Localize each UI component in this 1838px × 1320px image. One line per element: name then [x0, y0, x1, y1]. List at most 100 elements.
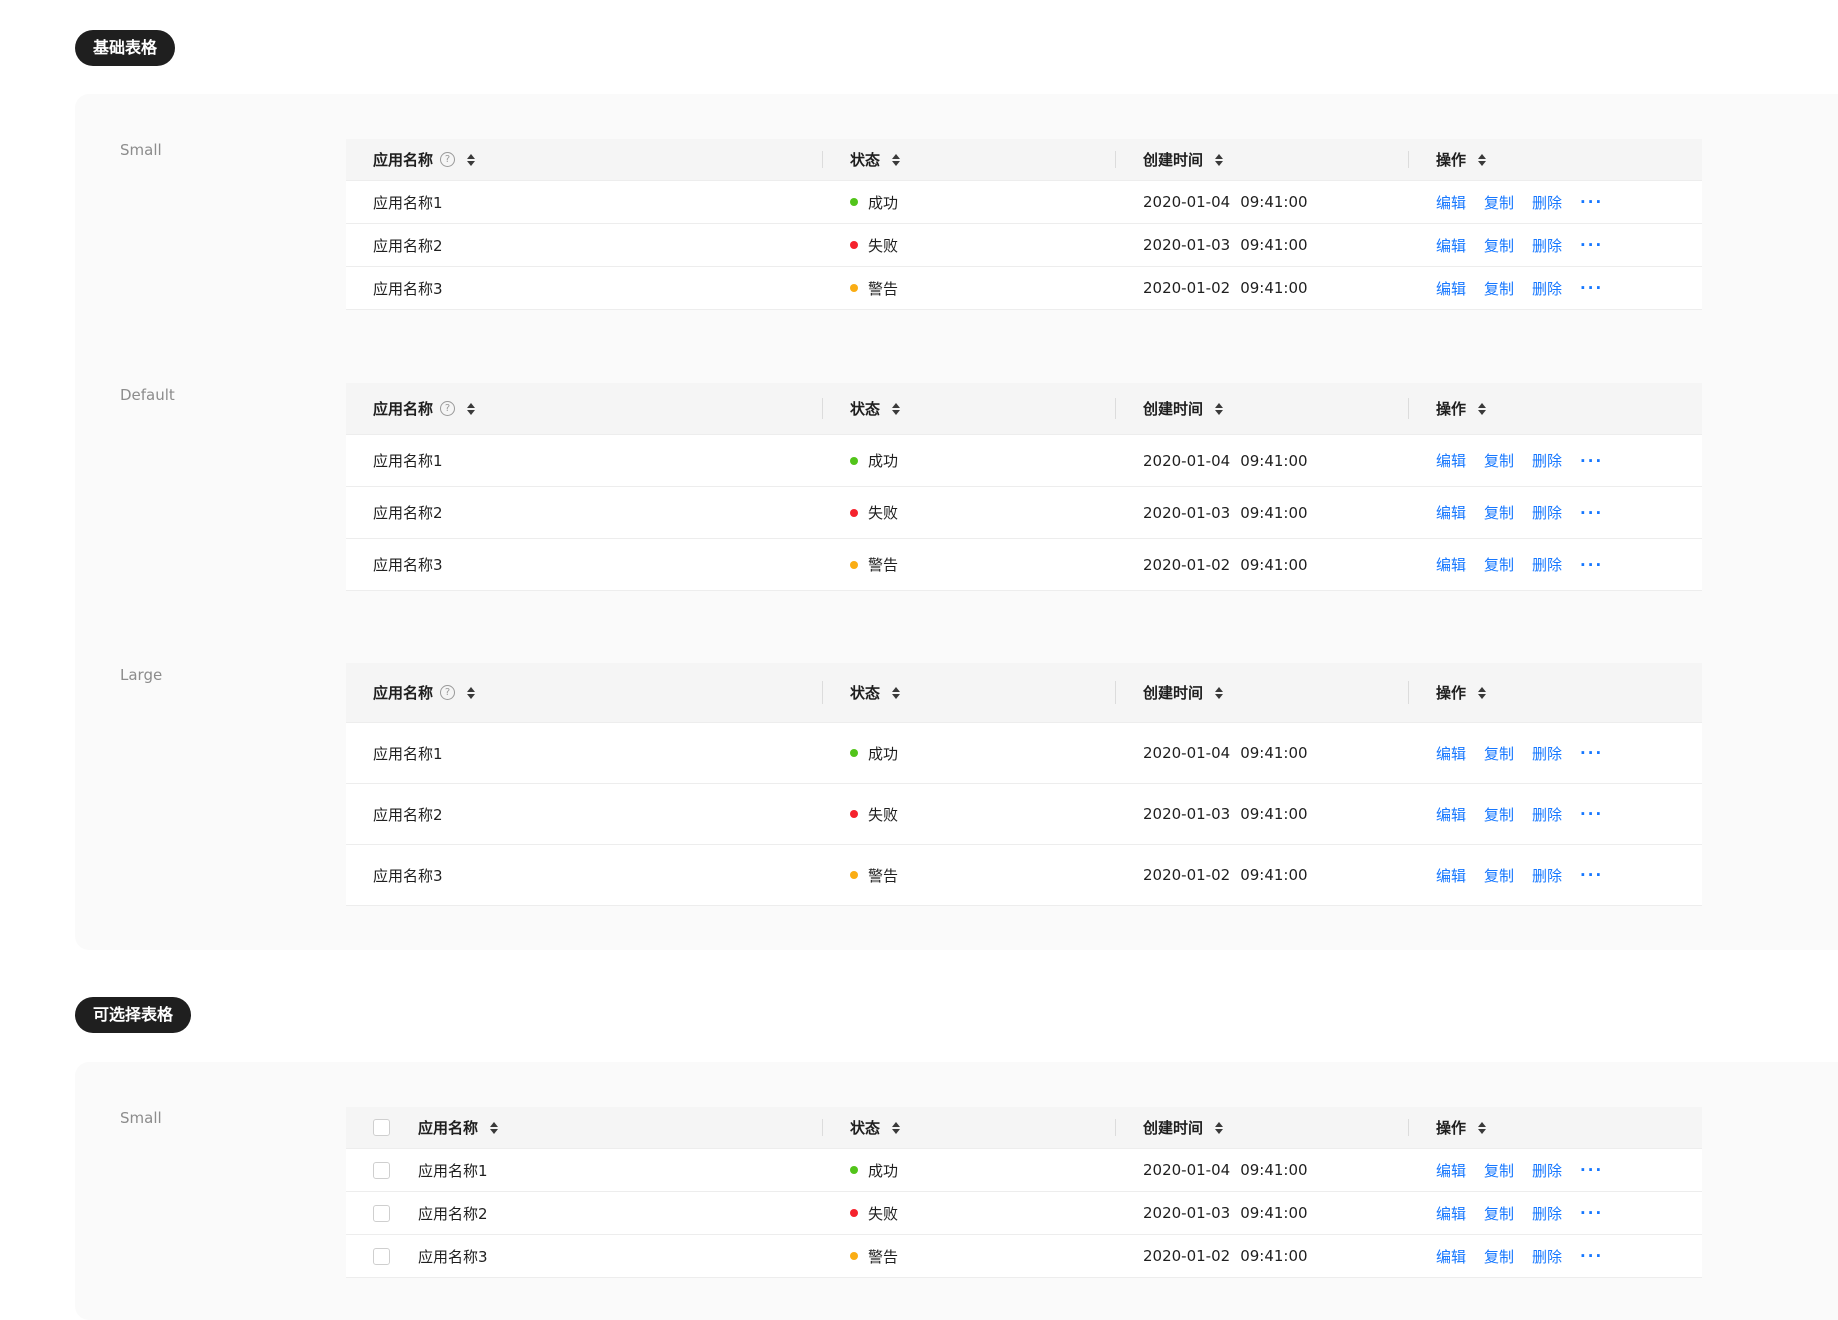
delete-link[interactable]: 删除 [1532, 1160, 1562, 1181]
column-header-name-label: 应用名称 [373, 684, 434, 702]
copy-link[interactable]: 复制 [1484, 743, 1514, 764]
cell-status: 成功 [822, 723, 1115, 783]
edit-link[interactable]: 编辑 [1436, 1203, 1466, 1224]
sort-actions-icon[interactable] [1478, 1121, 1487, 1134]
column-header-actions[interactable]: 操作 [1408, 383, 1702, 434]
column-header-name[interactable]: 应用名称? [346, 139, 822, 180]
column-header-created[interactable]: 创建时间 [1115, 139, 1408, 180]
cell-name: 应用名称1 [346, 1149, 822, 1191]
column-header-status[interactable]: 状态 [822, 383, 1115, 434]
copy-link[interactable]: 复制 [1484, 1246, 1514, 1267]
edit-link[interactable]: 编辑 [1436, 278, 1466, 299]
edit-link[interactable]: 编辑 [1436, 1160, 1466, 1181]
sort-actions-icon[interactable] [1478, 153, 1487, 166]
row-checkbox[interactable] [373, 1247, 390, 1265]
more-icon[interactable]: ··· [1580, 1204, 1603, 1222]
delete-link[interactable]: 删除 [1532, 235, 1562, 256]
question-circle-icon[interactable]: ? [440, 685, 456, 700]
column-header-status[interactable]: 状态 [822, 1107, 1115, 1148]
copy-link[interactable]: 复制 [1484, 192, 1514, 213]
edit-link[interactable]: 编辑 [1436, 1246, 1466, 1267]
column-header-created[interactable]: 创建时间 [1115, 383, 1408, 434]
sort-created-icon[interactable] [1215, 1121, 1224, 1134]
table-header: 应用名称? 状态 创建时间 操作 [346, 663, 1702, 723]
copy-link[interactable]: 复制 [1484, 865, 1514, 886]
copy-link[interactable]: 复制 [1484, 502, 1514, 523]
table-header: 应用名称? 状态 创建时间 操作 [346, 139, 1702, 181]
question-circle-icon[interactable]: ? [440, 401, 456, 416]
more-icon[interactable]: ··· [1580, 805, 1603, 823]
more-icon[interactable]: ··· [1580, 279, 1603, 297]
edit-link[interactable]: 编辑 [1436, 865, 1466, 886]
delete-link[interactable]: 删除 [1532, 278, 1562, 299]
more-icon[interactable]: ··· [1580, 236, 1603, 254]
select-all-checkbox[interactable] [373, 1119, 390, 1136]
more-icon[interactable]: ··· [1580, 193, 1603, 211]
sort-down-icon [1215, 160, 1224, 166]
sort-status-icon[interactable] [892, 1121, 901, 1134]
copy-link[interactable]: 复制 [1484, 1203, 1514, 1224]
copy-link[interactable]: 复制 [1484, 554, 1514, 575]
more-icon[interactable]: ··· [1580, 1161, 1603, 1179]
question-circle-icon[interactable]: ? [440, 152, 456, 167]
delete-link[interactable]: 删除 [1532, 743, 1562, 764]
column-header-created[interactable]: 创建时间 [1115, 1107, 1408, 1148]
more-icon[interactable]: ··· [1580, 504, 1603, 522]
edit-link[interactable]: 编辑 [1436, 743, 1466, 764]
sort-name-icon[interactable] [490, 1121, 499, 1134]
column-header-actions[interactable]: 操作 [1408, 663, 1702, 722]
column-header-name[interactable]: 应用名称? [346, 383, 822, 434]
edit-link[interactable]: 编辑 [1436, 235, 1466, 256]
column-header-name[interactable]: 应用名称? [346, 663, 822, 722]
edit-link[interactable]: 编辑 [1436, 804, 1466, 825]
delete-link[interactable]: 删除 [1532, 1246, 1562, 1267]
column-header-status[interactable]: 状态 [822, 139, 1115, 180]
sort-down-icon [1215, 1128, 1224, 1134]
delete-link[interactable]: 删除 [1532, 502, 1562, 523]
sort-created-icon[interactable] [1215, 153, 1224, 166]
sort-name-icon[interactable] [467, 402, 476, 415]
row-checkbox[interactable] [373, 1161, 390, 1179]
copy-link[interactable]: 复制 [1484, 235, 1514, 256]
edit-link[interactable]: 编辑 [1436, 450, 1466, 471]
column-header-name[interactable]: 应用名称 [346, 1107, 822, 1148]
sort-status-icon[interactable] [892, 402, 901, 415]
copy-link[interactable]: 复制 [1484, 1160, 1514, 1181]
cell-created: 2020-01-04 09:41:00 [1115, 1149, 1408, 1191]
copy-link[interactable]: 复制 [1484, 804, 1514, 825]
copy-link[interactable]: 复制 [1484, 278, 1514, 299]
app-name: 应用名称1 [418, 1161, 488, 1180]
more-icon[interactable]: ··· [1580, 744, 1603, 762]
delete-link[interactable]: 删除 [1532, 450, 1562, 471]
sort-actions-icon[interactable] [1478, 402, 1487, 415]
edit-link[interactable]: 编辑 [1436, 554, 1466, 575]
sort-name-icon[interactable] [467, 153, 476, 166]
delete-link[interactable]: 删除 [1532, 1203, 1562, 1224]
delete-link[interactable]: 删除 [1532, 554, 1562, 575]
column-header-actions[interactable]: 操作 [1408, 139, 1702, 180]
delete-link[interactable]: 删除 [1532, 192, 1562, 213]
cell-name: 应用名称2 [346, 224, 822, 266]
sort-actions-icon[interactable] [1478, 686, 1487, 699]
column-header-status[interactable]: 状态 [822, 663, 1115, 722]
edit-link[interactable]: 编辑 [1436, 502, 1466, 523]
column-header-created[interactable]: 创建时间 [1115, 663, 1408, 722]
more-icon[interactable]: ··· [1580, 866, 1603, 884]
delete-link[interactable]: 删除 [1532, 865, 1562, 886]
more-icon[interactable]: ··· [1580, 452, 1603, 470]
sort-status-icon[interactable] [892, 686, 901, 699]
sort-created-icon[interactable] [1215, 402, 1224, 415]
delete-link[interactable]: 删除 [1532, 804, 1562, 825]
edit-link[interactable]: 编辑 [1436, 192, 1466, 213]
sort-name-icon[interactable] [467, 686, 476, 699]
sort-status-icon[interactable] [892, 153, 901, 166]
sort-created-icon[interactable] [1215, 686, 1224, 699]
cell-name: 应用名称1 [346, 723, 822, 783]
row-checkbox[interactable] [373, 1204, 390, 1222]
cell-name: 应用名称3 [346, 539, 822, 590]
more-icon[interactable]: ··· [1580, 556, 1603, 574]
copy-link[interactable]: 复制 [1484, 450, 1514, 471]
column-header-actions[interactable]: 操作 [1408, 1107, 1702, 1148]
more-icon[interactable]: ··· [1580, 1247, 1603, 1265]
cell-created: 2020-01-02 09:41:00 [1115, 267, 1408, 309]
